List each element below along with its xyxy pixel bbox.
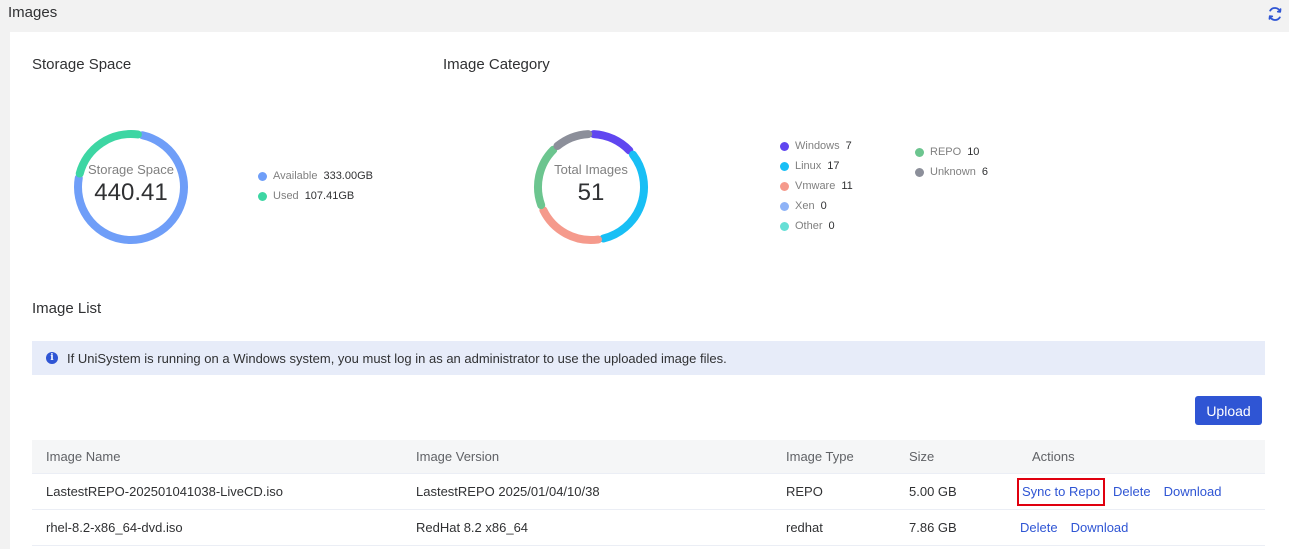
legend-item-repo: REPO 10: [915, 142, 988, 162]
legend-item-unknown: Unknown 6: [915, 162, 988, 182]
donut-segment-unknown: [553, 130, 593, 151]
legend-label: Other: [795, 220, 823, 232]
legend-dot: [780, 141, 789, 151]
storage-center-label: Storage Space: [87, 162, 174, 177]
legend-label: Vmware: [795, 180, 836, 192]
legend-dot: [915, 167, 924, 177]
cell-image-name: LastestREPO-202501041038-LiveCD.iso: [46, 484, 284, 499]
image-list-title: Image List: [32, 300, 102, 317]
cell-actions: Delete Download: [1018, 520, 1265, 535]
legend-item-available: Available 333.00GB: [258, 166, 373, 186]
category-legend-right: REPO 10 Unknown 6: [915, 142, 988, 182]
download-link[interactable]: Download: [1071, 520, 1129, 535]
storage-center-value: 440.41: [94, 179, 168, 206]
category-center-value: 51: [577, 179, 605, 206]
sync-to-repo-link[interactable]: Sync to Repo: [1017, 477, 1106, 506]
legend-value: 17: [827, 160, 840, 172]
legend-value: 11: [841, 180, 853, 192]
cell-image-version: LastestREPO 2025/01/04/10/38: [416, 484, 600, 499]
storage-section-title: Storage Space: [32, 56, 132, 73]
storage-donut: Storage Space 440.41: [72, 128, 190, 246]
legend-label: Linux: [795, 160, 822, 172]
download-link[interactable]: Download: [1164, 484, 1222, 499]
info-icon: i: [46, 352, 58, 364]
legend-value: 10: [967, 146, 980, 158]
page-title: Images: [8, 4, 58, 21]
cell-size: 7.86 GB: [909, 520, 957, 535]
legend-value: 333.00GB: [323, 170, 373, 182]
table-row: rhel-8.2-x86_64-dvd.iso RedHat 8.2 x86_6…: [32, 510, 1265, 546]
column-header-image-type: Image Type: [786, 449, 854, 464]
legend-item-vmware: Vmware 11: [780, 176, 853, 196]
legend-label: Xen: [795, 200, 815, 212]
table-header: Image Name Image Version Image Type Size…: [32, 440, 1265, 474]
legend-value: 107.41GB: [304, 190, 355, 202]
legend-dot: [780, 161, 789, 171]
legend-item-other: Other 0: [780, 216, 853, 236]
upload-button[interactable]: Upload: [1195, 396, 1262, 425]
legend-label: REPO: [930, 146, 962, 158]
legend-label: Available: [273, 170, 318, 182]
legend-value: 0: [828, 220, 835, 232]
legend-dot: [258, 171, 267, 181]
legend-dot: [780, 201, 789, 211]
delete-link[interactable]: Delete: [1113, 484, 1151, 499]
cell-size: 5.00 GB: [909, 484, 957, 499]
top-bar: Images: [0, 0, 1289, 32]
legend-dot: [780, 221, 789, 231]
column-header-size: Size: [909, 449, 935, 464]
cell-image-type: redhat: [786, 520, 823, 535]
legend-dot: [915, 147, 924, 157]
legend-label: Unknown: [930, 166, 976, 178]
category-center-label: Total Images: [554, 162, 628, 177]
legend-value: 6: [981, 166, 988, 178]
cell-actions: Sync to Repo Delete Download: [1017, 477, 1265, 506]
legend-value: 7: [845, 140, 852, 152]
legend-item-linux: Linux 17: [780, 156, 853, 176]
cell-image-type: REPO: [786, 484, 823, 499]
legend-dot: [258, 191, 267, 201]
refresh-icon[interactable]: [1267, 6, 1283, 22]
legend-item-windows: Windows 7: [780, 136, 853, 156]
storage-legend: Available 333.00GB Used 107.41GB: [258, 166, 373, 206]
category-donut: Total Images 51: [532, 128, 650, 246]
category-section-title: Image Category: [443, 56, 550, 73]
cell-image-version: RedHat 8.2 x86_64: [416, 520, 529, 535]
legend-item-used: Used 107.41GB: [258, 186, 373, 206]
legend-dot: [780, 181, 789, 191]
legend-label: Windows: [795, 140, 840, 152]
column-header-image-version: Image Version: [416, 449, 500, 464]
content-panel: Storage Space Storage Space 440.41 Avail…: [10, 32, 1289, 549]
donut-segment-windows: [589, 130, 634, 155]
table-row: LastestREPO-202501041038-LiveCD.iso Last…: [32, 474, 1265, 510]
cell-image-name: rhel-8.2-x86_64-dvd.iso: [46, 520, 183, 535]
notice-text: If UniSystem is running on a Windows sys…: [67, 350, 727, 366]
image-table: Image Name Image Version Image Type Size…: [32, 440, 1265, 546]
admin-notice: i If UniSystem is running on a Windows s…: [32, 341, 1265, 375]
column-header-actions: Actions: [1032, 449, 1075, 464]
category-legend-left: Windows 7 Linux 17 Vmware 11 Xen 0 Other…: [780, 136, 853, 236]
donut-segment-vmware: [539, 206, 602, 244]
delete-link[interactable]: Delete: [1020, 520, 1058, 535]
column-header-image-name: Image Name: [46, 449, 121, 464]
legend-value: 0: [820, 200, 827, 212]
legend-label: Used: [273, 190, 299, 202]
legend-item-xen: Xen 0: [780, 196, 853, 216]
